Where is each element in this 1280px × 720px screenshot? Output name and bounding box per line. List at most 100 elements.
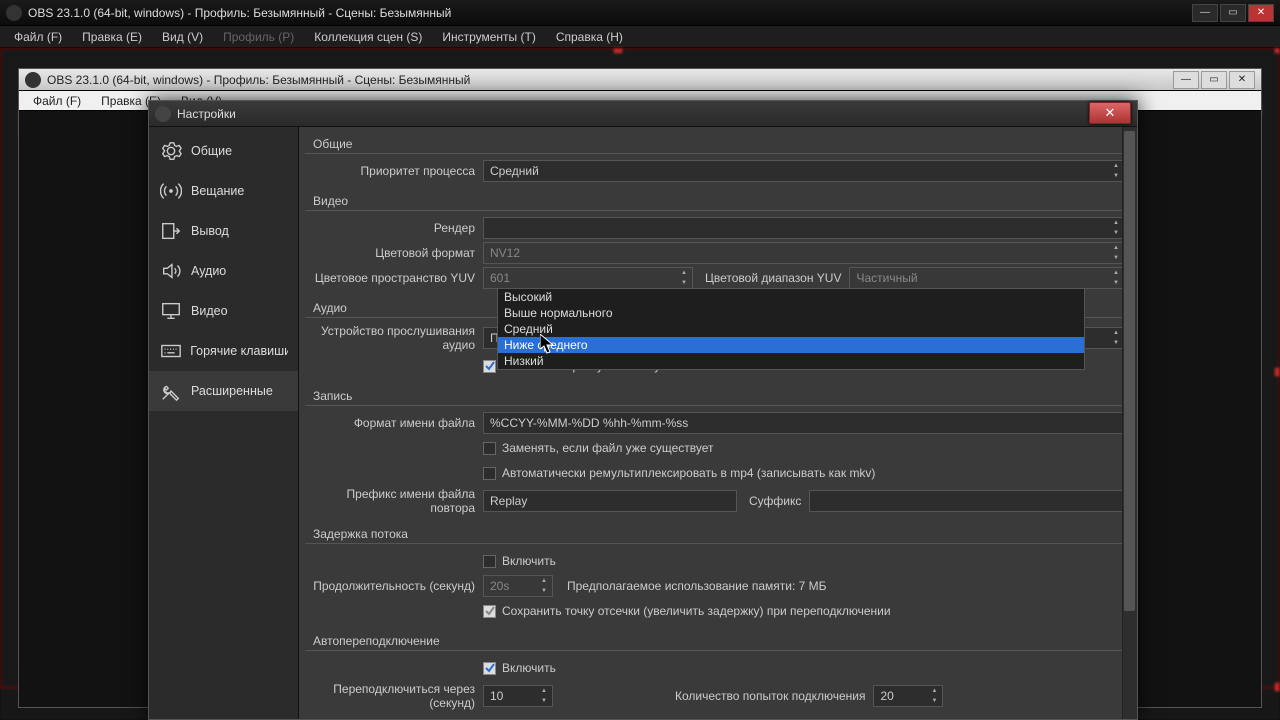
color-space-label: Цветовое пространство YUV [305, 271, 483, 285]
keyboard-icon [159, 339, 182, 363]
delay-duration-spinner[interactable]: 20s▲▼ [483, 575, 553, 597]
main-titlebar: OBS 23.1.0 (64-bit, windows) - Профиль: … [0, 0, 1280, 26]
checkbox-label: Заменять, если файл уже существует [502, 441, 714, 455]
checkbox-label: Включить [502, 661, 556, 675]
sidebar-item-hotkeys[interactable]: Горячие клавиши [149, 331, 298, 371]
group-title: Видео [305, 190, 1125, 211]
minimize-button[interactable]: — [1192, 4, 1218, 22]
broadcast-icon [159, 179, 183, 203]
sidebar-item-stream[interactable]: Вещание [149, 171, 298, 211]
group-title: Автопереподключение [305, 630, 1125, 651]
replay-suffix-input[interactable] [809, 490, 1125, 512]
sidebar-item-advanced[interactable]: Расширенные [149, 371, 298, 411]
settings-sidebar: Общие Вещание Вывод Аудио Видео Горячие … [149, 127, 299, 719]
combo-value: 601 [490, 271, 510, 285]
priority-label: Приоритет процесса [305, 164, 483, 178]
reconnect-enable-checkbox[interactable]: Включить [483, 661, 556, 675]
chevron-up-icon: ▲ [1110, 161, 1122, 171]
obs-logo-icon [25, 72, 41, 88]
group-title: Задержка потока [305, 523, 1125, 544]
renderer-combo[interactable]: ▲▼ [483, 217, 1125, 239]
main-title: OBS 23.1.0 (64-bit, windows) - Профиль: … [28, 6, 451, 20]
menu-edit[interactable]: Правка (E) [72, 28, 152, 46]
inner-menu-file[interactable]: Файл (F) [23, 92, 91, 110]
scrollbar-thumb[interactable] [1124, 131, 1135, 611]
group-general: Общие Приоритет процесса Средний ▲▼ [305, 133, 1125, 182]
reconnect-max-spinner[interactable]: 20▲▼ [873, 685, 943, 707]
color-range-label: Цветовой диапазон YUV [693, 271, 849, 285]
priority-option[interactable]: Низкий [498, 353, 1084, 369]
group-delay: Задержка потока Включить Продолжительнос… [305, 523, 1125, 622]
inner-title: OBS 23.1.0 (64-bit, windows) - Профиль: … [47, 73, 470, 87]
sidebar-label: Горячие клавиши [190, 344, 288, 358]
dialog-titlebar: Настройки ✕ [149, 101, 1137, 127]
sidebar-label: Вещание [191, 184, 244, 198]
process-priority-combo[interactable]: Средний ▲▼ [483, 160, 1125, 182]
delay-memory-label: Предполагаемое использование памяти: 7 М… [555, 579, 835, 593]
dialog-close-button[interactable]: ✕ [1089, 102, 1131, 124]
menu-help[interactable]: Справка (H) [546, 28, 633, 46]
close-button[interactable]: ✕ [1248, 4, 1274, 22]
priority-option[interactable]: Ниже среднего [498, 337, 1084, 353]
sidebar-item-output[interactable]: Вывод [149, 211, 298, 251]
settings-content: Общие Приоритет процесса Средний ▲▼ Виде [299, 127, 1137, 719]
sidebar-label: Видео [191, 304, 228, 318]
obs-logo-icon [6, 5, 22, 21]
auto-remux-checkbox[interactable]: Автоматически ремультиплексировать в mp4… [483, 466, 875, 480]
filename-format-input[interactable] [483, 412, 1125, 434]
sidebar-label: Расширенные [191, 384, 273, 398]
main-menubar: Файл (F) Правка (E) Вид (V) Профиль (P) … [0, 26, 1280, 48]
reconnect-max-label: Количество попыток подключения [663, 689, 873, 703]
combo-value: Частичный [856, 271, 917, 285]
menu-file[interactable]: Файл (F) [4, 28, 72, 46]
spinner-value: 10 [490, 689, 503, 703]
group-reconnect: Автопереподключение Включить Переподключ… [305, 630, 1125, 710]
sidebar-label: Общие [191, 144, 232, 158]
settings-dialog: Настройки ✕ Общие Вещание Вывод Аудио [148, 100, 1138, 720]
replay-prefix-input[interactable] [483, 490, 737, 512]
replay-suffix-label: Суффикс [737, 494, 809, 508]
replay-prefix-label: Префикс имени файла повтора [305, 487, 483, 515]
priority-option[interactable]: Средний [498, 321, 1084, 337]
spinner-value: 20s [490, 579, 509, 593]
menu-profile[interactable]: Профиль (P) [213, 28, 304, 46]
checkbox-label: Включить [502, 554, 556, 568]
reconnect-retry-label: Переподключиться через (секунд) [305, 682, 483, 710]
content-scrollbar[interactable] [1122, 127, 1137, 719]
combo-value: Средний [490, 164, 539, 178]
delay-enable-checkbox[interactable]: Включить [483, 554, 556, 568]
inner-maximize-button[interactable]: ▭ [1201, 71, 1227, 89]
menu-view[interactable]: Вид (V) [152, 28, 213, 46]
renderer-label: Рендер [305, 221, 483, 235]
menu-tools[interactable]: Инструменты (T) [432, 28, 545, 46]
maximize-button[interactable]: ▭ [1220, 4, 1246, 22]
priority-option[interactable]: Высокий [498, 289, 1084, 305]
delay-preserve-checkbox[interactable]: Сохранить точку отсечки (увеличить задер… [483, 604, 891, 618]
group-recording: Запись Формат имени файла Заменять, если… [305, 385, 1125, 515]
priority-dropdown-list[interactable]: Высокий Выше нормального Средний Ниже ср… [497, 288, 1085, 370]
priority-option[interactable]: Выше нормального [498, 305, 1084, 321]
sidebar-item-video[interactable]: Видео [149, 291, 298, 331]
speaker-icon [159, 259, 183, 283]
color-space-combo[interactable]: 601▲▼ [483, 267, 693, 289]
color-format-combo[interactable]: NV12▲▼ [483, 242, 1125, 264]
chevron-down-icon: ▼ [1110, 171, 1122, 181]
group-title: Запись [305, 385, 1125, 406]
spinner-value: 20 [880, 689, 893, 703]
delay-duration-label: Продолжительность (секунд) [305, 579, 483, 593]
reconnect-retry-spinner[interactable]: 10▲▼ [483, 685, 553, 707]
group-video: Видео Рендер ▲▼ Цветовой формат NV12▲▼ Ц… [305, 190, 1125, 289]
sidebar-label: Вывод [191, 224, 229, 238]
obs-logo-icon [155, 106, 171, 122]
sidebar-label: Аудио [191, 264, 226, 278]
menu-scene[interactable]: Коллекция сцен (S) [304, 28, 432, 46]
inner-minimize-button[interactable]: — [1173, 71, 1199, 89]
sidebar-item-audio[interactable]: Аудио [149, 251, 298, 291]
overwrite-checkbox[interactable]: Заменять, если файл уже существует [483, 441, 714, 455]
color-range-combo[interactable]: Частичный▲▼ [849, 267, 1125, 289]
inner-close-button[interactable]: ✕ [1229, 71, 1255, 89]
tools-icon [159, 379, 183, 403]
checkbox-label: Автоматически ремультиплексировать в mp4… [502, 466, 875, 480]
sidebar-item-general[interactable]: Общие [149, 131, 298, 171]
dialog-title: Настройки [177, 107, 236, 121]
